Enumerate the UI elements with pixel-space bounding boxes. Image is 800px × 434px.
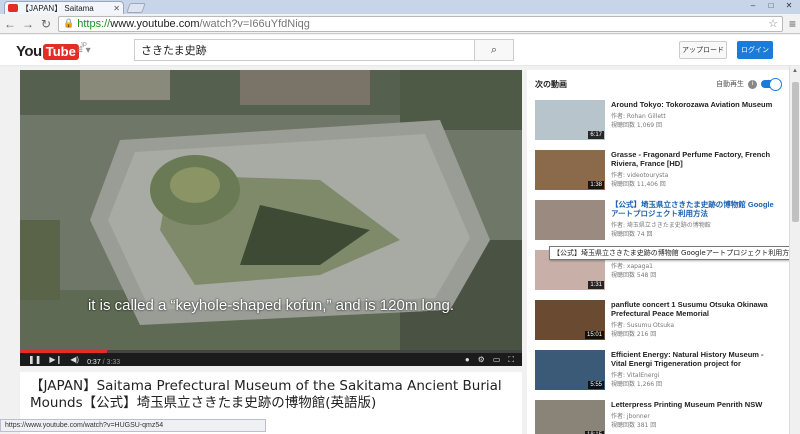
up-next-header: 次の動画 自動再生 i <box>535 78 782 91</box>
video-caption: it is called a “keyhole-shaped kofun,” a… <box>87 297 455 314</box>
cc-icon[interactable]: ● <box>465 355 470 365</box>
related-video-views: 視聴回数 548 回 <box>611 272 657 279</box>
related-video-channel: 作者: Rohan Gillett <box>611 113 666 120</box>
related-video-meta: Around Tokyo: Tokorozawa Aviation Museum… <box>611 100 781 150</box>
video-thumbnail[interactable]: 6:17 <box>535 100 605 140</box>
related-video-channel: 作者: VitalEnergi <box>611 372 660 379</box>
time-current: 0:37 <box>87 358 101 366</box>
browser-tab-bar: 【JAPAN】 Saitama ✕ – □ ✕ <box>0 0 800 14</box>
related-video-item[interactable]: 1:38 Grasse - Fragonard Perfume Factory, … <box>535 150 781 200</box>
volume-icon[interactable]: ◀) <box>70 355 79 364</box>
related-video-title[interactable]: Around Tokyo: Tokorozawa Aviation Museum <box>611 100 781 109</box>
time-total: / 3:33 <box>100 358 121 366</box>
settings-gear-icon[interactable]: ⚙ <box>478 355 485 365</box>
related-video-item[interactable]: 15:01 panflute concert 1 Susumu Otsuka Ok… <box>535 300 781 350</box>
url-scheme: https:// <box>77 17 111 30</box>
related-video-meta: panflute concert 1 Susumu Otsuka Okinawa… <box>611 300 781 350</box>
search-input[interactable] <box>134 39 474 61</box>
browser-menu-icon[interactable]: ≡ <box>789 17 796 31</box>
upload-button[interactable]: アップロード <box>679 41 727 59</box>
related-video-item[interactable]: 5:55 Efficient Energy: Natural History Mu… <box>535 350 781 400</box>
related-video-channel: 作者: videotourysta <box>611 172 669 179</box>
video-duration: 1:38 <box>588 181 604 189</box>
minimize-icon[interactable]: – <box>744 0 762 12</box>
pause-icon[interactable]: ❚❚ <box>28 355 41 364</box>
video-thumbnail[interactable]: 5:55 <box>535 350 605 390</box>
status-bar-url: https://www.youtube.com/watch?v=HUGSU-qm… <box>0 419 266 432</box>
hover-tooltip: 【公式】埼玉県立さきたま史跡の博物館 Googleアートプロジェクト利用方法 <box>549 246 800 260</box>
logo-tube: Tube <box>42 43 79 60</box>
new-tab-button[interactable] <box>126 3 146 13</box>
browser-tab[interactable]: 【JAPAN】 Saitama ✕ <box>4 1 124 14</box>
related-video-title[interactable]: Letterpress Printing Museum Penrith NSW <box>611 400 781 409</box>
related-video-channel: 作者: 埼玉県立さきたま史跡の博物館 <box>611 222 711 229</box>
forward-icon[interactable]: → <box>22 17 34 31</box>
video-duration: 5:55 <box>588 381 604 389</box>
url-host: www.youtube.com <box>110 17 200 30</box>
bookmark-star-icon[interactable]: ☆ <box>768 17 778 30</box>
info-icon[interactable]: i <box>748 79 757 89</box>
search-icon: ⌕ <box>490 44 498 56</box>
related-video-views: 視聴回数 74 回 <box>611 231 653 238</box>
related-video-channel: 作者: xapaga1 <box>611 263 653 270</box>
address-bar[interactable]: 🔒 https://www.youtube.com/watch?v=I66uYf… <box>58 15 783 32</box>
fullscreen-icon[interactable]: ⛶ <box>508 355 514 365</box>
related-video-item[interactable]: 6:17 Around Tokyo: Tokorozawa Aviation Mu… <box>535 100 781 150</box>
autoplay-label: 自動再生 <box>716 80 744 88</box>
login-button[interactable]: ログイン <box>737 41 773 59</box>
tab-title: 【JAPAN】 Saitama <box>21 3 94 13</box>
related-video-meta: Letterpress Printing Museum Penrith NSW 作… <box>611 400 781 434</box>
video-duration: 15:01 <box>584 331 604 339</box>
related-video-list: 6:17 Around Tokyo: Tokorozawa Aviation Mu… <box>535 100 781 434</box>
browser-nav-bar: ← → ↻ 🔒 https://www.youtube.com/watch?v=… <box>0 14 800 34</box>
close-tab-icon[interactable]: ✕ <box>113 4 120 13</box>
lock-icon: 🔒 <box>63 18 75 28</box>
video-thumbnail[interactable]: 1:38 <box>535 150 605 190</box>
video-title: 【JAPAN】Saitama Prefectural Museum of the… <box>30 378 502 411</box>
scroll-thumb[interactable] <box>792 82 799 222</box>
video-thumbnail[interactable] <box>535 200 605 240</box>
player-controls: ❚❚ ▶❙ ◀) 0:37 / 3:33 ● ⚙ ▭ ⛶ <box>20 353 522 366</box>
up-next-title: 次の動画 <box>535 79 567 89</box>
related-video-channel: 作者: Susumu Otsuka <box>611 322 675 329</box>
search-box: ⌕ <box>134 39 514 61</box>
back-icon[interactable]: ← <box>4 17 16 31</box>
video-duration: 1:31 <box>588 281 604 289</box>
window-controls: – □ ✕ <box>744 0 798 12</box>
reload-icon[interactable]: ↻ <box>40 17 52 31</box>
related-video-views: 視聴回数 216 回 <box>611 331 657 338</box>
related-video-channel: 作者: jbonner <box>611 413 650 420</box>
search-button[interactable]: ⌕ <box>474 39 514 61</box>
url-path: /watch?v=I66uYfdNiqg <box>199 17 310 30</box>
related-video-title[interactable]: 【公式】埼玉県立さきたま史跡の博物館 Googleアートプロジェクト利用方法 <box>611 200 781 218</box>
theater-mode-icon[interactable]: ▭ <box>493 355 501 365</box>
next-icon[interactable]: ▶❙ <box>49 355 62 364</box>
autoplay-control: 自動再生 i <box>716 78 782 91</box>
related-video-meta: 【公式】埼玉県立さきたま史跡の博物館 Googleアートプロジェクト利用方法作者… <box>611 200 781 250</box>
maximize-icon[interactable]: □ <box>762 0 780 12</box>
video-thumbnail[interactable]: 15:01 <box>535 300 605 340</box>
related-video-views: 視聴回数 1,266 回 <box>611 381 662 388</box>
related-video-views: 視聴回数 1,069 回 <box>611 122 662 129</box>
video-player[interactable]: it is called a “keyhole-shaped kofun,” a… <box>20 70 522 366</box>
related-video-title[interactable]: Grasse - Fragonard Perfume Factory, Fren… <box>611 150 781 168</box>
close-window-icon[interactable]: ✕ <box>780 0 798 12</box>
guide-menu-icon[interactable]: ≡ ▾ <box>77 45 91 56</box>
related-video-meta: Grasse - Fragonard Perfume Factory, Fren… <box>611 150 781 200</box>
youtube-header: You Tube JP ≡ ▾ ⌕ アップロード ログイン <box>0 35 800 66</box>
related-video-item[interactable]: 【公式】埼玉県立さきたま史跡の博物館 Googleアートプロジェクト利用方法作者… <box>535 200 781 250</box>
page-scrollbar[interactable]: ▲ <box>789 66 800 434</box>
related-video-title[interactable]: panflute concert 1 Susumu Otsuka Okinawa… <box>611 300 781 318</box>
related-video-title[interactable]: Efficient Energy: Natural History Museum… <box>611 350 781 368</box>
youtube-favicon-icon <box>8 4 18 12</box>
scroll-up-icon[interactable]: ▲ <box>792 68 798 74</box>
logo-you: You <box>16 43 42 60</box>
video-thumbnail[interactable]: 18:15 <box>535 400 605 434</box>
related-video-item[interactable]: 18:15Letterpress Printing Museum Penrith… <box>535 400 781 434</box>
video-duration: 6:17 <box>588 131 604 139</box>
related-video-views: 視聴回数 11,406 回 <box>611 181 666 188</box>
related-video-meta: Efficient Energy: Natural History Museum… <box>611 350 781 400</box>
autoplay-toggle[interactable] <box>761 78 782 91</box>
related-video-views: 視聴回数 381 回 <box>611 422 657 429</box>
